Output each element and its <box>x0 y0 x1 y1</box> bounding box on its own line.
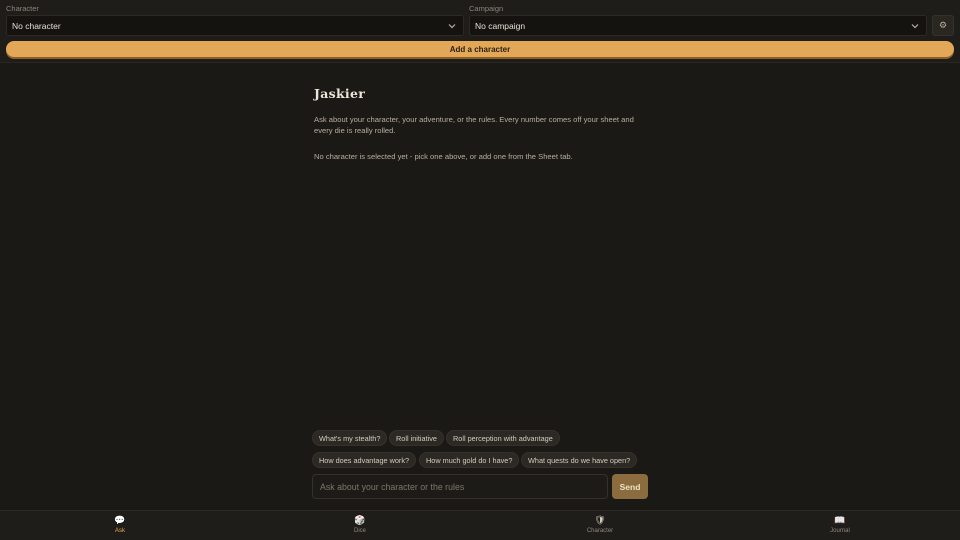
nav-label: Character <box>586 528 614 534</box>
intro-text: Ask about your character, your adventure… <box>314 115 634 135</box>
top-bar: Character No character Campaign No campa… <box>0 0 960 63</box>
send-button[interactable]: Send <box>612 474 648 499</box>
settings-button[interactable]: ⚙ <box>932 15 954 36</box>
nav-item-ask[interactable]: 💬 Ask <box>80 515 160 537</box>
character-select[interactable]: No character <box>6 15 464 36</box>
gear-icon: ⚙ <box>938 20 948 30</box>
character-label: Character <box>6 4 39 13</box>
campaign-label: Campaign <box>469 4 504 13</box>
suggestion-chip[interactable]: What's my stealth? <box>312 430 388 446</box>
character-select-value: No character <box>12 20 61 31</box>
nav-item-journal[interactable]: 📖 Journal <box>800 515 880 537</box>
bottom-nav: 💬 Ask 🎲 Dice 🛡 Character 📖 Journal <box>0 510 960 540</box>
nav-item-character[interactable]: 🛡 Character <box>560 515 640 537</box>
nav-item-dice[interactable]: 🎲 Dice <box>320 515 400 537</box>
dice-icon: 🎲 <box>354 515 366 525</box>
suggestion-chip[interactable]: What quests do we have open? <box>521 452 638 468</box>
suggestion-chip[interactable]: Roll initiative <box>389 430 444 446</box>
ask-input[interactable]: Ask about your character or the rules <box>312 474 608 499</box>
campaign-select-value: No campaign <box>475 20 526 31</box>
no-character-notice: No character is selected yet - pick one … <box>314 152 573 161</box>
nav-label: Journal <box>830 528 850 534</box>
speech-bubble-icon: 💬 <box>114 515 126 525</box>
chevron-down-icon <box>448 24 456 29</box>
nav-label: Dice <box>353 528 366 534</box>
add-character-button[interactable]: Add a character <box>6 41 954 57</box>
book-icon: 📖 <box>834 515 846 525</box>
chevron-down-icon <box>911 24 919 29</box>
suggestion-chip[interactable]: Roll perception with advantage <box>446 430 560 446</box>
nav-label: Ask <box>114 528 125 534</box>
suggestion-chip[interactable]: How much gold do I have? <box>419 452 520 468</box>
main-content: Jaskier Ask about your character, your a… <box>314 86 654 161</box>
shield-icon: 🛡 <box>594 515 606 525</box>
campaign-select[interactable]: No campaign <box>469 15 927 36</box>
page-title: Jaskier <box>314 86 366 101</box>
suggestion-chip[interactable]: How does advantage work? <box>312 452 417 468</box>
